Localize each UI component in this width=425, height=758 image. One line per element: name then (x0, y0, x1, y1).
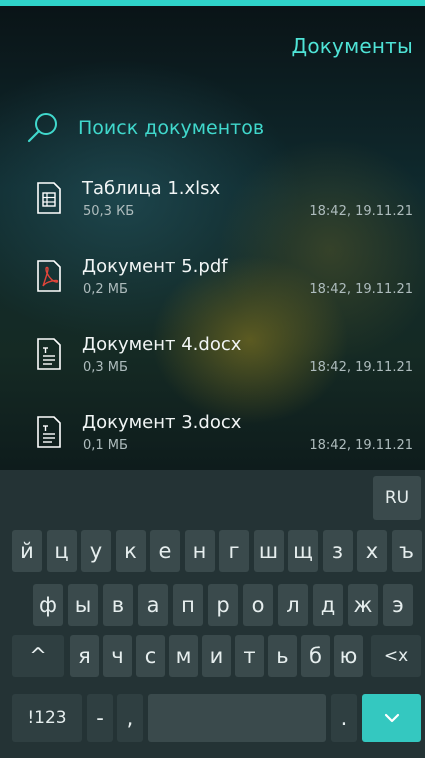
accent-bar (0, 0, 425, 6)
key-э[interactable]: э (383, 584, 413, 626)
file-date: 18:42, 19.11.21 (309, 438, 413, 453)
key-г[interactable]: г (219, 530, 249, 572)
file-size: 0,1 МБ (83, 438, 128, 453)
chevron-down-icon (384, 713, 399, 723)
list-item[interactable]: Документ 3.docx 0,1 МБ 18:42, 19.11.21 (0, 404, 425, 470)
file-name: Документ 3.docx (82, 412, 242, 433)
key-и[interactable]: и (202, 635, 231, 677)
space-key[interactable] (148, 694, 326, 742)
file-size: 0,2 МБ (83, 282, 128, 297)
key-р[interactable]: р (208, 584, 238, 626)
symbols-key[interactable]: !123 (12, 694, 82, 742)
key-б[interactable]: б (301, 635, 330, 677)
language-key[interactable]: RU (373, 476, 421, 520)
key-й[interactable]: й (12, 530, 42, 572)
file-size: 50,3 КБ (83, 204, 135, 219)
key-т[interactable]: т (235, 635, 264, 677)
key-е[interactable]: е (150, 530, 180, 572)
key-о[interactable]: о (243, 584, 273, 626)
key-н[interactable]: н (184, 530, 215, 572)
key-щ[interactable]: щ (288, 530, 318, 572)
list-item[interactable]: Документ 4.docx 0,3 МБ 18:42, 19.11.21 (0, 326, 425, 404)
key-п[interactable]: п (173, 584, 203, 626)
file-date: 18:42, 19.11.21 (309, 360, 413, 375)
keyboard: RU йцукенгшщзхъ фывапролджэ ячсмитьбю ^ … (0, 470, 425, 758)
pdf-icon (37, 260, 61, 292)
period-key[interactable]: . (331, 694, 357, 742)
comma-key[interactable]: , (117, 694, 143, 742)
key-х[interactable]: х (357, 530, 387, 572)
key-а[interactable]: а (138, 584, 168, 626)
key-м[interactable]: м (169, 635, 198, 677)
key-ч[interactable]: ч (103, 635, 132, 677)
dash-key[interactable]: - (87, 694, 113, 742)
page-title: Документы (291, 34, 413, 58)
file-size: 0,3 МБ (83, 360, 128, 375)
key-ю[interactable]: ю (334, 635, 363, 677)
search-input[interactable] (78, 117, 378, 139)
key-к[interactable]: к (115, 530, 146, 572)
key-ь[interactable]: ь (268, 635, 297, 677)
key-в[interactable]: в (103, 584, 133, 626)
key-ж[interactable]: ж (348, 584, 378, 626)
key-л[interactable]: л (278, 584, 308, 626)
list-item[interactable]: Документ 5.pdf 0,2 МБ 18:42, 19.11.21 (0, 248, 425, 326)
list-item[interactable]: Таблица 1.xlsx 50,3 КБ 18:42, 19.11.21 (0, 170, 425, 248)
text-document-icon (37, 416, 61, 448)
key-ц[interactable]: ц (46, 530, 77, 572)
key-у[interactable]: у (81, 530, 111, 572)
search-bar[interactable] (26, 110, 406, 146)
key-ы[interactable]: ы (68, 584, 98, 626)
key-я[interactable]: я (70, 635, 99, 677)
shift-key[interactable]: ^ (12, 635, 64, 677)
key-д[interactable]: д (313, 584, 343, 626)
search-icon[interactable] (26, 111, 60, 145)
file-date: 18:42, 19.11.21 (309, 282, 413, 297)
file-date: 18:42, 19.11.21 (309, 204, 413, 219)
documents-screen: Документы Таблица 1.xlsx 50,3 КБ 18:42, … (0, 0, 425, 470)
text-document-icon (37, 338, 61, 370)
file-list: Таблица 1.xlsx 50,3 КБ 18:42, 19.11.21 Д… (0, 170, 425, 470)
file-name: Документ 5.pdf (82, 256, 228, 277)
backspace-key[interactable]: <x (371, 635, 421, 677)
key-ъ[interactable]: ъ (391, 530, 422, 572)
key-ф[interactable]: ф (33, 584, 63, 626)
key-з[interactable]: з (322, 530, 353, 572)
enter-key[interactable] (362, 694, 421, 742)
file-name: Документ 4.docx (82, 334, 242, 355)
key-ш[interactable]: ш (253, 530, 284, 572)
file-name: Таблица 1.xlsx (82, 178, 221, 199)
spreadsheet-icon (37, 182, 61, 214)
key-с[interactable]: с (136, 635, 165, 677)
